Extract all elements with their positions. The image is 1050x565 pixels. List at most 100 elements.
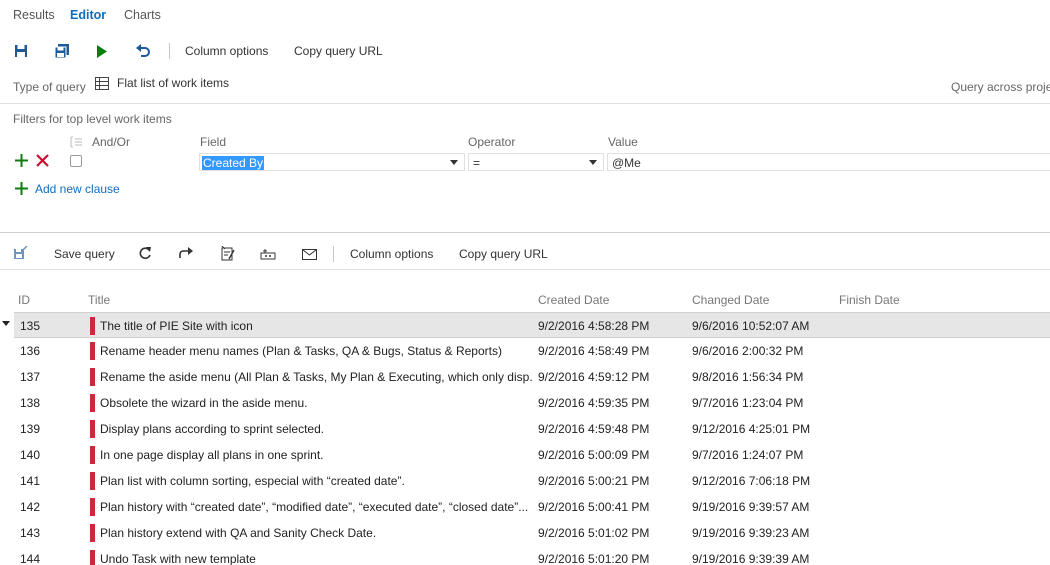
table-row[interactable]: 135 The title of PIE Site with icon 9/2/… (14, 312, 1050, 338)
work-item-type-bar (90, 550, 95, 565)
column-header-changed-date[interactable]: Changed Date (692, 293, 769, 307)
table-row[interactable]: 140 In one page display all plans in one… (14, 442, 1050, 468)
operator-dropdown[interactable]: = (468, 153, 604, 171)
cell-created-date: 9/2/2016 5:00:41 PM (538, 500, 650, 514)
table-row[interactable]: 144 Undo Task with new template 9/2/2016… (14, 546, 1050, 565)
cell-title: Undo Task with new template (100, 552, 256, 565)
cell-title: Rename header menu names (Plan & Tasks, … (100, 344, 502, 358)
toolbar-divider (169, 43, 170, 59)
cell-title: Display plans according to sprint select… (100, 422, 325, 436)
cell-title: In one page display all plans in one spr… (100, 448, 324, 462)
chevron-down-icon (589, 160, 597, 165)
add-icon[interactable] (14, 181, 28, 195)
field-header: Field (200, 135, 227, 149)
redo-icon[interactable] (177, 245, 193, 261)
field-value: Created By (202, 156, 265, 170)
link-work-items-icon[interactable] (259, 246, 277, 262)
cell-created-date: 9/2/2016 4:59:12 PM (538, 370, 650, 384)
undo-icon[interactable] (134, 42, 152, 60)
current-row-indicator-icon (2, 321, 10, 326)
work-item-type-bar (90, 368, 95, 386)
add-new-clause-link[interactable]: Add new clause (35, 182, 120, 196)
cell-id: 142 (20, 500, 41, 514)
cell-changed-date: 9/19/2016 9:39:57 AM (692, 500, 810, 514)
save-as-icon[interactable] (52, 42, 72, 60)
filters-title: Filters for top level work items (13, 112, 172, 126)
cell-changed-date: 9/19/2016 9:39:23 AM (692, 526, 810, 540)
splitter[interactable] (0, 232, 1050, 233)
clause-checkbox[interactable] (70, 155, 82, 167)
results-copy-query-url-button[interactable]: Copy query URL (459, 247, 548, 261)
save-icon[interactable] (12, 42, 30, 60)
table-row[interactable]: 139 Display plans according to sprint se… (14, 416, 1050, 442)
column-options-button[interactable]: Column options (185, 44, 268, 58)
edit-query-icon[interactable] (219, 245, 235, 261)
toolbar-divider (333, 246, 334, 262)
cell-id: 144 (20, 552, 41, 565)
cell-created-date: 9/2/2016 5:01:02 PM (538, 526, 650, 540)
table-row[interactable]: 138 Obsolete the wizard in the aside men… (14, 390, 1050, 416)
remove-clause-icon[interactable] (35, 153, 49, 167)
run-query-icon[interactable] (93, 42, 111, 60)
cell-id: 140 (20, 448, 41, 462)
cell-created-date: 9/2/2016 5:00:09 PM (538, 448, 650, 462)
query-type-selector[interactable]: Flat list of work items (117, 76, 229, 90)
work-item-type-bar (90, 394, 95, 412)
value-input[interactable]: @Me (607, 153, 1050, 171)
cell-title: Plan list with column sorting, especial … (100, 474, 405, 488)
cell-created-date: 9/2/2016 4:58:28 PM (538, 319, 650, 333)
value-text: @Me (612, 156, 641, 170)
results-column-options-button[interactable]: Column options (350, 247, 433, 261)
cell-created-date: 9/2/2016 4:58:49 PM (538, 344, 650, 358)
email-icon[interactable] (300, 246, 318, 262)
cell-title: Rename the aside menu (All Plan & Tasks,… (100, 370, 532, 384)
cell-changed-date: 9/7/2016 1:24:07 PM (692, 448, 804, 462)
save-query-icon[interactable] (12, 245, 28, 261)
table-row[interactable]: 143 Plan history extend with QA and Sani… (14, 520, 1050, 546)
column-header-id[interactable]: ID (18, 293, 30, 307)
cell-created-date: 9/2/2016 5:00:21 PM (538, 474, 650, 488)
cell-changed-date: 9/7/2016 1:23:04 PM (692, 396, 804, 410)
cell-id: 141 (20, 474, 41, 488)
cell-id: 136 (20, 344, 41, 358)
query-across-projects-label[interactable]: Query across proje (951, 80, 1050, 94)
value-header: Value (608, 135, 638, 149)
refresh-icon[interactable] (137, 245, 153, 261)
cell-created-date: 9/2/2016 4:59:48 PM (538, 422, 650, 436)
cell-id: 138 (20, 396, 41, 410)
cell-changed-date: 9/12/2016 4:25:01 PM (692, 422, 811, 436)
cell-title: Plan history with “created date”, “modif… (100, 500, 529, 514)
table-row[interactable]: 136 Rename header menu names (Plan & Tas… (14, 338, 1050, 364)
column-header-finish-date[interactable]: Finish Date (839, 293, 900, 307)
cell-changed-date: 9/12/2016 7:06:18 PM (692, 474, 811, 488)
cell-title: The title of PIE Site with icon (100, 319, 253, 333)
flat-list-icon (95, 77, 109, 91)
cell-changed-date: 9/6/2016 2:00:32 PM (692, 344, 804, 358)
work-item-type-bar (90, 498, 95, 516)
copy-query-url-button[interactable]: Copy query URL (294, 44, 383, 58)
work-item-type-bar (90, 317, 95, 335)
cell-changed-date: 9/8/2016 1:56:34 PM (692, 370, 804, 384)
work-item-type-bar (90, 446, 95, 464)
tab-charts[interactable]: Charts (124, 8, 161, 22)
work-item-type-bar (90, 472, 95, 490)
insert-clause-icon[interactable] (14, 153, 28, 167)
cell-id: 135 (20, 319, 41, 333)
column-header-created-date[interactable]: Created Date (538, 293, 609, 307)
cell-title: Obsolete the wizard in the aside menu. (100, 396, 308, 410)
field-dropdown[interactable]: Created By (199, 153, 465, 171)
work-item-type-bar (90, 524, 95, 542)
column-header-title[interactable]: Title (88, 293, 110, 307)
table-row[interactable]: 137 Rename the aside menu (All Plan & Ta… (14, 364, 1050, 390)
operator-header: Operator (468, 135, 516, 149)
cell-changed-date: 9/19/2016 9:39:39 AM (692, 552, 810, 565)
cell-changed-date: 9/6/2016 10:52:07 AM (692, 319, 810, 333)
table-row[interactable]: 141 Plan list with column sorting, espec… (14, 468, 1050, 494)
work-item-type-bar (90, 420, 95, 438)
table-row[interactable]: 142 Plan history with “created date”, “m… (14, 494, 1050, 520)
save-query-button[interactable]: Save query (54, 247, 115, 261)
tab-results[interactable]: Results (13, 8, 55, 22)
work-item-type-bar (90, 342, 95, 360)
tab-editor[interactable]: Editor (70, 8, 106, 22)
cell-id: 139 (20, 422, 41, 436)
